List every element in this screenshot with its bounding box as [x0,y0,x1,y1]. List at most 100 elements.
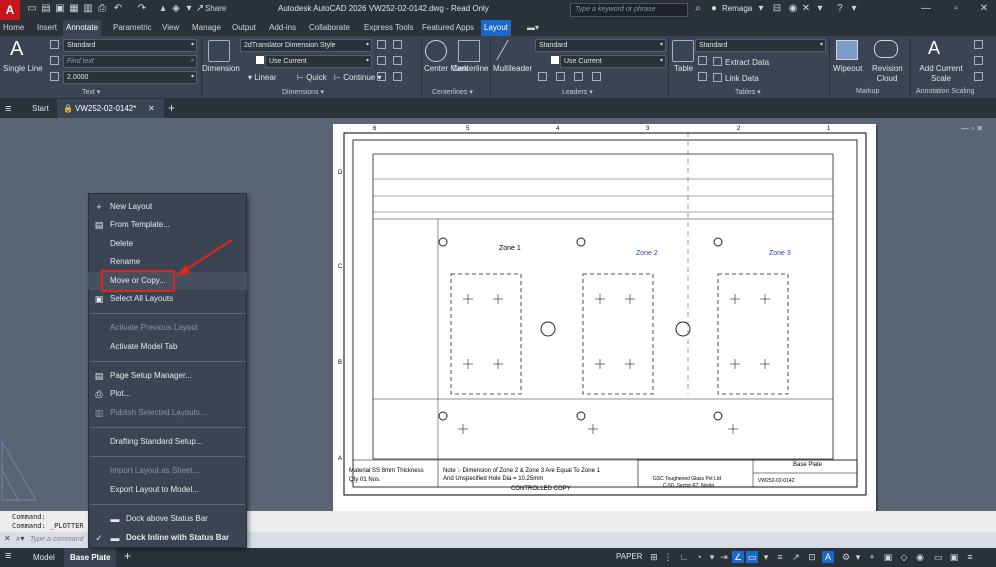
dimension-style-select[interactable]: 2dTranslator Dimension Style ▾ [240,39,372,52]
single-line-label[interactable]: Single Line [3,64,43,73]
tab-addins[interactable]: Add-ins [266,20,299,36]
new-icon[interactable]: ▭ [26,3,38,15]
dimension-label[interactable]: Dimension [202,64,240,73]
paper-sheet[interactable]: 6 5 4 3 2 1 D C B A Zone 1 Zone 2 Zone 3… [333,124,876,514]
save-as-icon[interactable]: ▦ [68,3,80,15]
menu-item-rename[interactable]: Rename [88,253,247,271]
single-line-text-icon[interactable]: A [10,38,23,61]
leader-tool-icon[interactable] [574,72,583,81]
menu-item-plot[interactable]: ⎙ Plot... [88,385,247,403]
add-scale-icon[interactable]: A [928,38,940,59]
tab-view[interactable]: View [159,20,182,36]
tab-annotate[interactable]: Annotate [63,20,102,36]
leader-tool-icon[interactable] [592,72,601,81]
lineweight-icon[interactable]: ≡ [774,551,786,563]
object-snap-icon[interactable]: ∠ [732,551,744,563]
new-tab-icon[interactable]: + [168,101,175,115]
menu-item-dock-above-status-bar[interactable]: ▬ Dock above Status Bar [88,510,247,528]
undo-icon[interactable]: ↶ [112,3,124,15]
workspace-icon[interactable]: ⚙ [840,551,852,563]
leader-tool-icon[interactable] [538,72,547,81]
centerline-label[interactable]: Centerline [452,64,488,73]
multileader-label[interactable]: Multileader [493,64,532,73]
center-mark-icon[interactable] [425,40,447,62]
table-style-select[interactable]: Standard ▾ [695,39,826,52]
units-icon[interactable]: ▣ [882,551,894,563]
text-height-select[interactable]: 2.0000 ▾ [63,71,197,84]
find-text-input[interactable]: Find text ⌕ [63,55,197,68]
menu-item-dock-inline-with-status-bar[interactable]: ✓ ▬ Dock Inline with Status Bar [88,529,247,547]
text-group-label[interactable]: Text ▾ [82,88,100,96]
command-close-icon[interactable]: ✕ [4,534,11,543]
tab-insert[interactable]: Insert [34,20,60,36]
web-save-icon[interactable]: ▥ [82,3,94,15]
dropdown-icon[interactable]: ▾ [706,551,718,563]
scale-tool-icon[interactable] [974,56,983,65]
polar-icon[interactable]: ◔ [693,551,705,563]
grid-icon[interactable]: ⊞ [648,551,660,563]
user-name[interactable]: Remaga [722,4,752,13]
extract-data-button[interactable]: Extract Data [713,56,769,67]
menu-item-activate-previous-layout[interactable]: Activate Previous Layout [88,319,247,337]
centerline-icon[interactable] [458,40,480,62]
menu-item-select-all-layouts[interactable]: ▣ Select All Layouts [88,290,247,308]
revision-cloud-icon[interactable] [874,40,898,58]
tab-featured-apps[interactable]: Featured Apps [419,20,477,36]
start-tab[interactable]: Start [32,104,49,113]
annotation-scaling-group-label[interactable]: Annotation Scaling [916,88,974,95]
app-icon[interactable]: ◉ [787,3,799,15]
ribbon-options-icon[interactable]: ▬▾ [524,20,542,36]
object-snap-tracking-icon[interactable]: ▭ [746,551,758,563]
isolate-objects-icon[interactable]: ◉ [914,551,926,563]
tab-base-plate[interactable]: Base Plate [64,548,117,567]
tab-output[interactable]: Output [229,20,259,36]
markup-group-label[interactable]: Markup [856,88,879,95]
link-data-button[interactable]: Link Data [713,72,759,83]
layer-icon[interactable]: ◈ [170,3,182,15]
dim-tool-icon[interactable] [393,56,402,65]
menu-item-drafting-standard-setup[interactable]: Drafting Standard Setup... [88,433,247,451]
more-icon[interactable]: ▾ [814,3,826,15]
annotation-visibility-icon[interactable]: A [822,551,834,563]
menu-item-new-layout[interactable]: + New Layout [88,198,247,216]
maximize-icon[interactable]: ▫ [950,3,962,15]
tab-collaborate[interactable]: Collaborate [306,20,353,36]
quick-properties-icon[interactable]: ◇ [898,551,910,563]
leader-tool-icon[interactable] [556,72,565,81]
leader-style-select[interactable]: Standard ▾ [535,39,666,52]
plot-icon[interactable]: ⎙ [96,3,108,15]
user-dropdown-icon[interactable]: ▾ [755,3,767,15]
revision-cloud-label[interactable]: Revision Cloud [872,64,903,84]
clean-screen-icon[interactable]: ▣ [948,551,960,563]
tab-parametric[interactable]: Parametric [110,20,155,36]
open-icon[interactable]: ▤ [40,3,52,15]
leaders-group-label[interactable]: Leaders ▾ [562,88,593,96]
tab-home[interactable]: Home [0,20,27,36]
centerlines-group-label[interactable]: Centerlines ▾ [432,88,473,96]
add-layout-icon[interactable]: + [124,549,131,563]
snap-icon[interactable]: ⋮ [662,551,674,563]
scale-tool-icon[interactable] [974,72,983,81]
close-icon[interactable]: ✕ [978,3,990,15]
linear-button[interactable]: ▾ Linear [248,73,277,82]
tables-group-label[interactable]: Tables ▾ [735,88,761,96]
scale-tool-icon[interactable] [974,40,983,49]
dimension-icon[interactable] [208,40,230,62]
command-customize-icon[interactable]: ⌕▾ [16,534,25,544]
dim-tool-icon[interactable] [377,40,386,49]
dimensions-group-label[interactable]: Dimensions ▾ [282,88,324,96]
hamburger-menu-icon[interactable]: ≡ [5,103,11,115]
tab-express-tools[interactable]: Express Tools [361,20,417,36]
dim-tool-icon[interactable] [393,72,402,81]
selection-cycling-icon[interactable]: ⊡ [806,551,818,563]
menu-item-export-layout-to-model[interactable]: Export Layout to Model... [88,481,247,499]
tab-manage[interactable]: Manage [189,20,224,36]
continue-button[interactable]: ⊢ Continue ▾ [334,73,381,82]
help-dropdown-icon[interactable]: ▾ [848,3,860,15]
menu-item-page-setup-manager[interactable]: ▤ Page Setup Manager... [88,367,247,385]
cart-icon[interactable]: ⊟ [771,3,783,15]
menu-item-from-template[interactable]: ▤ From Template... [88,216,247,234]
search-input[interactable]: Type a keyword or phrase [570,3,688,17]
table-icon[interactable] [672,40,694,62]
add-current-scale-label[interactable]: Add Current Scale [916,64,966,84]
